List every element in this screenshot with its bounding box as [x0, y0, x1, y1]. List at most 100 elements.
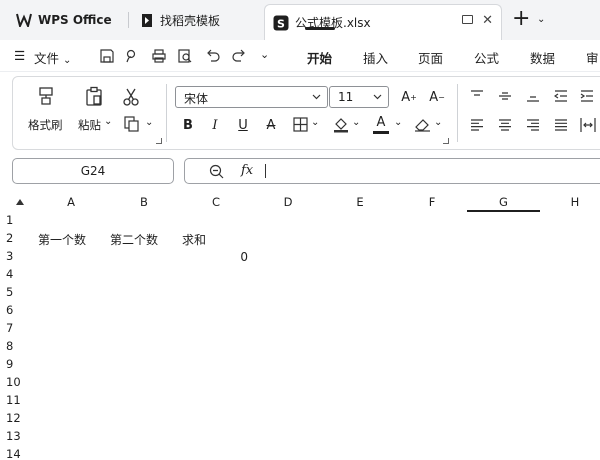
- align-top-icon[interactable]: [470, 90, 484, 102]
- print-icon[interactable]: [152, 49, 166, 63]
- font-size-value: 11: [338, 90, 354, 104]
- ribbon-divider: [457, 84, 458, 142]
- quick-access-chevron-down-icon[interactable]: ⌄: [260, 48, 269, 61]
- align-left-icon[interactable]: [470, 119, 484, 131]
- cell-a2[interactable]: 第一个数: [38, 231, 86, 248]
- row-header-4[interactable]: 4: [6, 267, 32, 281]
- font-size-select[interactable]: 11: [329, 86, 389, 108]
- bold-button[interactable]: B: [179, 116, 197, 134]
- format-painter-icon[interactable]: [36, 86, 56, 106]
- tab-wps-home[interactable]: WPS Office: [16, 6, 112, 34]
- row-header-2[interactable]: 2: [6, 231, 32, 245]
- save-icon[interactable]: [100, 49, 114, 63]
- align-bottom-icon[interactable]: [526, 90, 540, 102]
- row-header-1[interactable]: 1: [6, 213, 32, 227]
- decrease-indent-icon[interactable]: [554, 90, 568, 102]
- clear-format-chevron-down-icon[interactable]: ⌄: [434, 117, 442, 128]
- app-name: WPS Office: [38, 13, 112, 27]
- tab-find-template[interactable]: 找稻壳模板: [140, 6, 220, 34]
- menu-bar: ☰ 文件 ⌄ ⌄ 开始 插入 页面 公式 数据 审: [0, 40, 600, 104]
- borders-chevron-down-icon[interactable]: ⌄: [311, 117, 319, 128]
- underline-button[interactable]: U: [234, 116, 252, 134]
- tab-page[interactable]: 页面: [418, 48, 443, 67]
- wps-logo-icon: [16, 13, 32, 27]
- tab-divider: [128, 12, 129, 28]
- row-header-10[interactable]: 10: [6, 375, 32, 389]
- copy-icon[interactable]: [124, 116, 140, 132]
- spreadsheet-file-icon: S: [273, 15, 289, 31]
- row-header-6[interactable]: 6: [6, 303, 32, 317]
- paste-chevron-down-icon[interactable]: ⌄: [104, 116, 112, 127]
- cut-icon[interactable]: [122, 88, 140, 106]
- font-name-select[interactable]: 宋体: [175, 86, 328, 108]
- strikethrough-icon[interactable]: A: [262, 116, 280, 134]
- cell-c2[interactable]: 求和: [182, 231, 206, 248]
- borders-icon[interactable]: [293, 117, 308, 132]
- fill-color-icon[interactable]: [333, 116, 349, 133]
- font-color-icon[interactable]: A: [373, 114, 389, 130]
- column-header-h[interactable]: H: [540, 195, 600, 211]
- align-right-icon[interactable]: [526, 119, 540, 131]
- column-header-f[interactable]: F: [396, 195, 468, 211]
- row-header-12[interactable]: 12: [6, 411, 32, 425]
- name-box[interactable]: G24: [12, 158, 174, 184]
- export-pdf-icon[interactable]: [124, 49, 138, 63]
- file-menu[interactable]: 文件 ⌄: [34, 48, 71, 67]
- tab-document[interactable]: S 公式模板.xlsx ✕: [264, 4, 502, 40]
- clipboard-dialog-launcher-icon[interactable]: [156, 138, 162, 144]
- redo-icon[interactable]: [232, 49, 246, 63]
- font-dialog-launcher-icon[interactable]: [443, 138, 449, 144]
- justify-icon[interactable]: [554, 119, 568, 131]
- align-center-icon[interactable]: [498, 119, 512, 131]
- tab-data[interactable]: 数据: [530, 48, 555, 67]
- tab-review[interactable]: 审: [586, 48, 599, 67]
- clear-format-eraser-icon[interactable]: [414, 117, 431, 132]
- row-header-14[interactable]: 14: [6, 447, 32, 460]
- row-header-8[interactable]: 8: [6, 339, 32, 353]
- name-box-value: G24: [80, 164, 106, 178]
- row-header-9[interactable]: 9: [6, 357, 32, 371]
- italic-button[interactable]: I: [206, 116, 224, 134]
- font-name-value: 宋体: [184, 92, 209, 106]
- row-header-5[interactable]: 5: [6, 285, 32, 299]
- fill-color-chevron-down-icon[interactable]: ⌄: [352, 117, 360, 128]
- column-header-d[interactable]: D: [252, 195, 324, 211]
- distributed-align-icon[interactable]: [580, 117, 596, 133]
- zoom-out-magnifier-icon[interactable]: [209, 164, 224, 179]
- hamburger-menu-icon[interactable]: ☰: [14, 48, 25, 63]
- new-tab-plus-icon[interactable]: +: [512, 8, 530, 30]
- paste-label[interactable]: 粘贴: [78, 117, 101, 133]
- column-header-e[interactable]: E: [324, 195, 396, 211]
- tab-formulas[interactable]: 公式: [474, 48, 499, 67]
- increase-font-size-icon[interactable]: A +: [399, 88, 419, 106]
- window-mode-icon[interactable]: [462, 15, 473, 24]
- column-header-b[interactable]: B: [108, 195, 180, 211]
- doc-icon-letter: S: [277, 17, 285, 30]
- copy-chevron-down-icon[interactable]: ⌄: [145, 117, 153, 128]
- row-header-11[interactable]: 11: [6, 393, 32, 407]
- column-header-c[interactable]: C: [180, 195, 252, 211]
- column-header-a[interactable]: A: [36, 195, 106, 211]
- tab-insert[interactable]: 插入: [363, 48, 388, 67]
- row-header-13[interactable]: 13: [6, 429, 32, 443]
- paste-icon[interactable]: [84, 86, 104, 106]
- print-preview-icon[interactable]: [178, 49, 192, 63]
- font-color-chevron-down-icon[interactable]: ⌄: [394, 117, 402, 128]
- close-tab-icon[interactable]: ✕: [482, 13, 493, 28]
- title-bar: WPS Office 找稻壳模板 S 公式模板.xlsx ✕ + ⌄: [0, 0, 600, 40]
- undo-icon[interactable]: [206, 49, 220, 63]
- new-tab-chevron-down-icon[interactable]: ⌄: [537, 14, 545, 25]
- decrease-font-size-icon[interactable]: A −: [427, 88, 447, 106]
- column-header-g[interactable]: G: [467, 195, 540, 211]
- align-middle-icon[interactable]: [498, 90, 512, 102]
- cell-b2[interactable]: 第二个数: [110, 231, 158, 248]
- formula-text-cursor: [265, 164, 266, 178]
- insert-function-fx-button[interactable]: fx: [241, 163, 253, 178]
- cell-c3[interactable]: 0: [180, 250, 248, 264]
- increase-indent-icon[interactable]: [580, 90, 594, 102]
- row-header-3[interactable]: 3: [6, 249, 32, 263]
- select-all-corner-icon[interactable]: [16, 199, 24, 205]
- row-header-7[interactable]: 7: [6, 321, 32, 335]
- tab-home[interactable]: 开始: [307, 48, 332, 67]
- format-painter-label[interactable]: 格式刷: [28, 117, 63, 133]
